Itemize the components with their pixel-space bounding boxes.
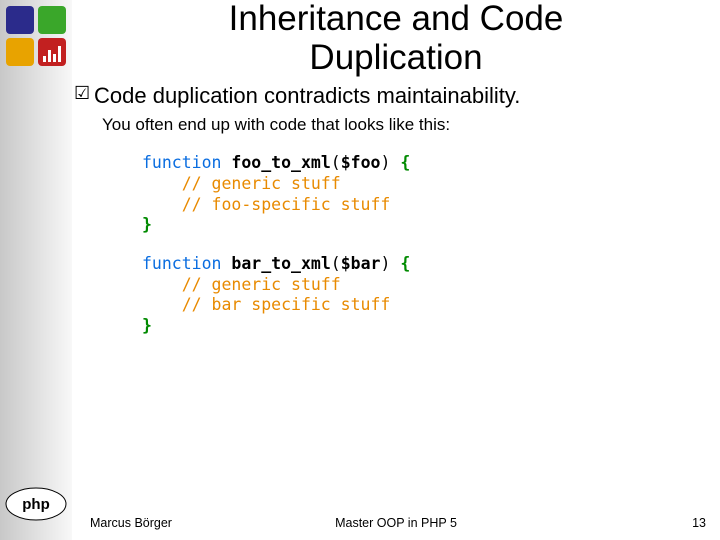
svg-text:php: php: [22, 496, 50, 513]
sidebar: php: [0, 0, 72, 540]
footer-page-number: 13: [692, 516, 706, 530]
code-paren-close: ): [380, 254, 400, 273]
code-brace-close: }: [142, 316, 152, 335]
code-var: $bar: [341, 254, 381, 273]
logo-square-orange: [6, 38, 34, 66]
code-block-1: function foo_to_xml($foo) { // generic s…: [142, 153, 720, 236]
title-line-1: Inheritance and Code: [229, 0, 564, 38]
slide-content: Inheritance and Code Duplication ☑ Code …: [72, 0, 720, 540]
logo-square-green: [38, 6, 66, 34]
code-fn-name: bar_to_xml: [221, 254, 330, 273]
code-block-2: function bar_to_xml($bar) { // generic s…: [142, 254, 720, 337]
code-comment: // foo-specific stuff: [142, 195, 390, 214]
code-keyword: function: [142, 153, 221, 172]
code-fn-name: foo_to_xml: [221, 153, 330, 172]
php-logo-icon: php: [4, 486, 68, 522]
logo-square-red-bars: [38, 38, 66, 66]
slide-title: Inheritance and Code Duplication: [72, 0, 720, 77]
logo-grid: [6, 6, 66, 66]
code-brace-close: }: [142, 215, 152, 234]
code-comment: // generic stuff: [142, 174, 341, 193]
bullet-row: ☑ Code duplication contradicts maintaina…: [72, 83, 720, 109]
checkbox-icon: ☑: [72, 83, 94, 105]
code-comment: // bar specific stuff: [142, 295, 390, 314]
code-paren-open: (: [331, 254, 341, 273]
footer-title: Master OOP in PHP 5: [72, 516, 720, 530]
code-comment: // generic stuff: [142, 275, 341, 294]
code-brace-open: {: [400, 254, 410, 273]
title-line-2: Duplication: [309, 38, 482, 77]
sub-text: You often end up with code that looks li…: [102, 115, 720, 135]
code-var: $foo: [341, 153, 381, 172]
code-keyword: function: [142, 254, 221, 273]
bullet-text: Code duplication contradicts maintainabi…: [94, 83, 520, 109]
code-paren-open: (: [331, 153, 341, 172]
code-brace-open: {: [400, 153, 410, 172]
logo-square-blue: [6, 6, 34, 34]
code-paren-close: ): [380, 153, 400, 172]
